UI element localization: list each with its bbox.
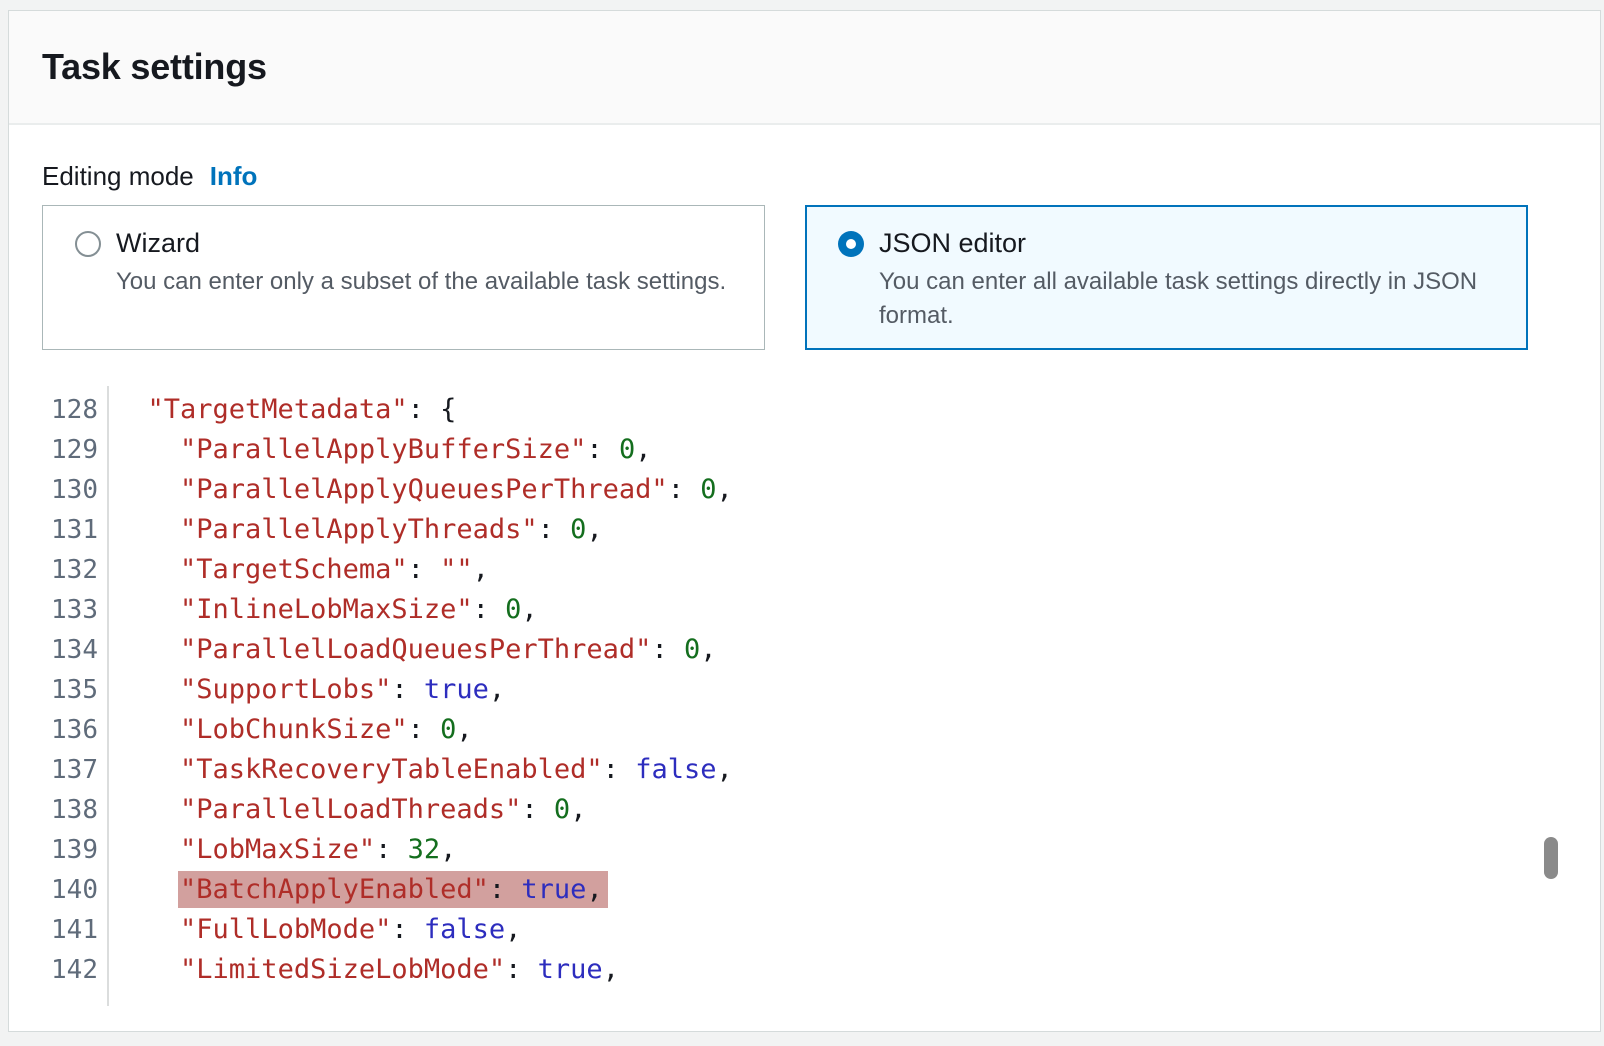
wizard-option-card[interactable]: Wizard You can enter only a subset of th… — [42, 205, 765, 350]
panel-header: Task settings — [9, 11, 1600, 125]
json-editor-option-card[interactable]: JSON editor You can enter all available … — [805, 205, 1528, 350]
json-editor-radio[interactable] — [838, 231, 864, 257]
line-number: 135 — [9, 670, 107, 710]
code-line: 134 "ParallelLoadQueuesPerThread": 0, — [9, 630, 1600, 670]
editing-mode-row: Editing mode Info — [42, 161, 1600, 192]
info-link[interactable]: Info — [210, 161, 258, 192]
code-line: 131 "ParallelApplyThreads": 0, — [9, 510, 1600, 550]
line-number: 131 — [9, 510, 107, 550]
wizard-radio[interactable] — [75, 231, 101, 257]
code-editor-lines: 128 "TargetMetadata": {129 "ParallelAppl… — [9, 390, 1600, 990]
line-number: 129 — [9, 430, 107, 470]
code-line: 130 "ParallelApplyQueuesPerThread": 0, — [9, 470, 1600, 510]
code-line: 129 "ParallelApplyBufferSize": 0, — [9, 430, 1600, 470]
code-line: 133 "InlineLobMaxSize": 0, — [9, 590, 1600, 630]
code-line: 132 "TargetSchema": "", — [9, 550, 1600, 590]
json-code-editor[interactable]: 128 "TargetMetadata": {129 "ParallelAppl… — [9, 390, 1600, 1006]
json-editor-description: You can enter all available task setting… — [879, 265, 1497, 333]
page-title: Task settings — [42, 46, 267, 88]
code-line: 141 "FullLobMode": false, — [9, 910, 1600, 950]
editing-mode-options: Wizard You can enter only a subset of th… — [42, 205, 1600, 350]
code-line: 140 "BatchApplyEnabled": true, — [9, 870, 1600, 910]
code-line: 136 "LobChunkSize": 0, — [9, 710, 1600, 750]
line-number: 137 — [9, 750, 107, 790]
line-number: 128 — [9, 390, 107, 430]
line-number: 134 — [9, 630, 107, 670]
line-number: 140 — [9, 870, 107, 910]
highlighted-code: "BatchApplyEnabled": true, — [178, 871, 608, 908]
editor-scrollbar-thumb[interactable] — [1544, 837, 1558, 879]
line-number: 132 — [9, 550, 107, 590]
code-line: 128 "TargetMetadata": { — [9, 390, 1600, 430]
panel-body: Editing mode Info Wizard You can enter o… — [9, 125, 1600, 1006]
line-number: 138 — [9, 790, 107, 830]
wizard-title-row: Wizard — [75, 228, 752, 259]
code-line: 142 "LimitedSizeLobMode": true, — [9, 950, 1600, 990]
line-number: 133 — [9, 590, 107, 630]
wizard-label: Wizard — [116, 228, 200, 259]
json-editor-title-row: JSON editor — [838, 228, 1515, 259]
code-line: 138 "ParallelLoadThreads": 0, — [9, 790, 1600, 830]
code-line: 135 "SupportLobs": true, — [9, 670, 1600, 710]
editing-mode-label: Editing mode — [42, 161, 194, 192]
line-number: 142 — [9, 950, 107, 990]
line-number: 136 — [9, 710, 107, 750]
line-number: 139 — [9, 830, 107, 870]
json-editor-label: JSON editor — [879, 228, 1026, 259]
code-line: 139 "LobMaxSize": 32, — [9, 830, 1600, 870]
code-line: 137 "TaskRecoveryTableEnabled": false, — [9, 750, 1600, 790]
line-number: 130 — [9, 470, 107, 510]
task-settings-panel: Task settings Editing mode Info Wizard Y… — [8, 10, 1601, 1032]
wizard-description: You can enter only a subset of the avail… — [116, 265, 752, 299]
line-number: 141 — [9, 910, 107, 950]
